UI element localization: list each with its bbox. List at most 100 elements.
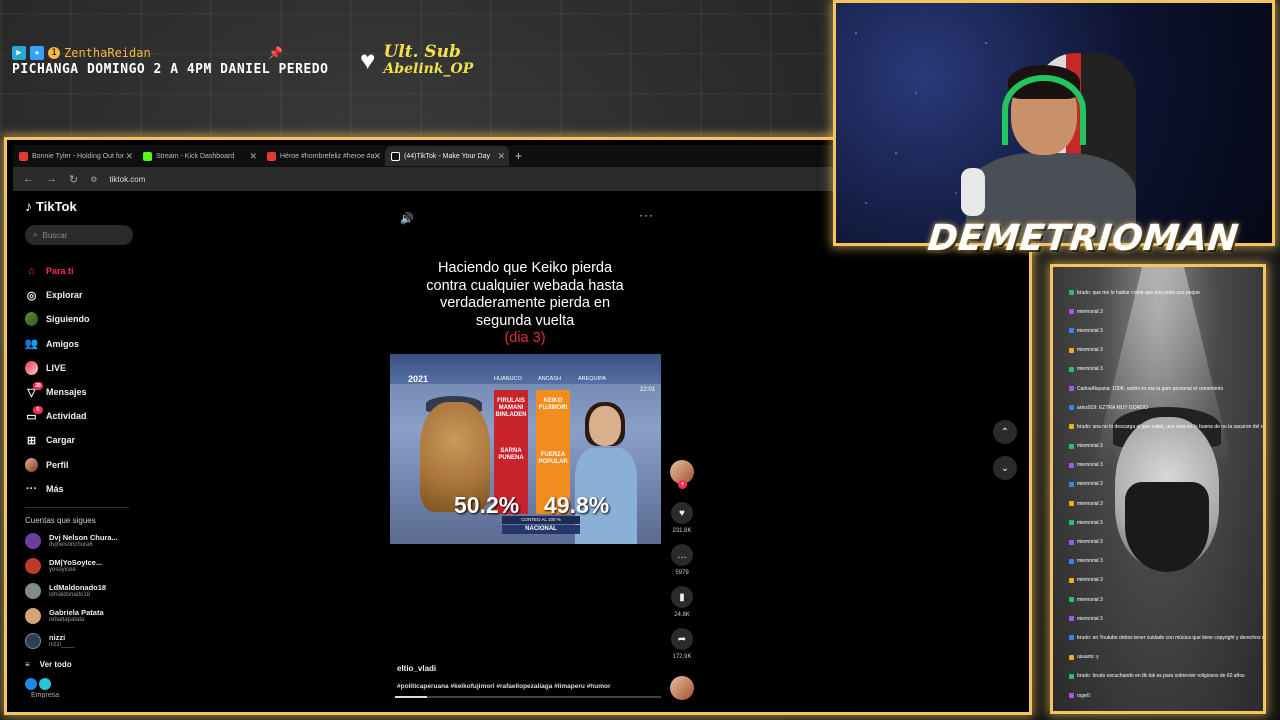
chat-badge-icon — [1069, 558, 1074, 564]
nav-mensajes[interactable]: ▽ 38 Mensajes — [25, 380, 155, 404]
tiktok-logo[interactable]: ♪ TikTok — [25, 198, 155, 214]
nav-actividad[interactable]: ▭ 6 Actividad — [25, 404, 155, 428]
chat-text: miemorial 3 — [1077, 347, 1103, 354]
like-action[interactable]: ♥ 231.8K — [669, 502, 695, 534]
site-info-icon[interactable]: ⚙ — [90, 175, 97, 184]
share-count: 172.9K — [672, 654, 692, 660]
following-item[interactable]: nizzi nizzi____ — [25, 629, 155, 654]
sound-avatar[interactable] — [670, 676, 694, 700]
activity-icon: ▭ 6 — [25, 405, 43, 423]
chat-message: miemorial 3 — [1069, 494, 1263, 513]
nav-para-ti[interactable]: ⌂ Para ti — [25, 259, 155, 283]
reload-icon[interactable]: ↻ — [69, 173, 78, 186]
friends-icon: 👥 — [24, 338, 39, 351]
chat-badge-icon — [1069, 616, 1074, 622]
tiktok-favicon — [391, 151, 400, 161]
tab-label: Stream - Kick Dashboard — [156, 152, 235, 160]
following-handle: dvjnelsonchura6 — [49, 542, 93, 549]
chat-panel: brudo: que me lo hablar coma que era vue… — [1050, 264, 1266, 714]
chat-badge-icon — [1069, 290, 1074, 296]
close-tab-icon[interactable]: ✕ — [497, 151, 505, 162]
chat-message: miemorial 3 — [1069, 456, 1263, 475]
search-input[interactable]: ⌕ Buscar — [25, 225, 133, 245]
hashtags[interactable]: #politicaperuana #keikofujimori #rafaell… — [397, 683, 611, 690]
chevron-down-icon[interactable]: ⌄ — [993, 456, 1017, 480]
following-name: Gabriela Patata — [49, 607, 104, 617]
following-item[interactable]: LdMaldonado18 ldmaldonado18 — [25, 579, 155, 604]
following-item[interactable]: Gabriela Patata rebattapatata — [25, 604, 155, 629]
nav-cargar[interactable]: ⊞ Cargar — [25, 428, 155, 452]
chat-badge-icon — [1069, 443, 1074, 449]
nav-label: LIVE — [46, 362, 67, 373]
business-link[interactable]: Empresa — [25, 677, 155, 699]
creator-avatar[interactable]: + — [670, 460, 694, 489]
back-icon[interactable]: ← — [23, 173, 34, 185]
tab-tiktok[interactable]: (44)TikTok - Make Your Day ✕ — [385, 146, 509, 166]
thumb-year: 2021 — [408, 374, 429, 384]
chat-text: miemorial 3 — [1077, 539, 1103, 546]
nav-live[interactable]: LIVE — [25, 356, 155, 380]
last-sub-overlay: ♥ Ult. Sub Abelink_OP — [360, 42, 473, 77]
following-icon — [25, 312, 38, 327]
pin-icon: 📌 — [268, 46, 283, 60]
chat-badge-icon — [1069, 539, 1074, 545]
comment-count: 5979 — [675, 570, 689, 576]
url-field[interactable]: tiktok.com — [109, 175, 145, 184]
last-sub-title: Ult. Sub — [383, 42, 461, 62]
webcam-frame — [833, 0, 1275, 246]
tiktok-sidebar: ♪ TikTok ⌕ Buscar ⌂ Para ti ◎ Explorar S… — [25, 198, 155, 699]
video-thumbnail[interactable]: 2021 HUANUCO ANCASH AREQUIPA 22:01 FIRUL… — [390, 354, 661, 544]
nav-siguiendo[interactable]: Siguiendo — [25, 307, 155, 331]
video-progress[interactable] — [395, 696, 661, 698]
tab-youtube-bonnie[interactable]: Bonnie Tyler - Holding Out for ✕ — [13, 146, 137, 166]
nav-amigos[interactable]: 👥 Amigos — [25, 332, 155, 356]
share-action[interactable]: ➦ 172.9K — [669, 628, 695, 660]
nav-label: Explorar — [46, 290, 83, 301]
close-tab-icon[interactable]: ✕ — [125, 151, 133, 162]
nav-explorar[interactable]: ◎ Explorar — [25, 283, 155, 307]
following-title: Cuentas que sigues — [25, 515, 96, 525]
chat-badge-icon — [1069, 635, 1074, 641]
chevron-up-icon[interactable]: ⌃ — [993, 420, 1017, 444]
thumb-region: ANCASH — [538, 376, 561, 382]
nav-perfil[interactable]: Perfil — [25, 453, 155, 477]
nav-mas[interactable]: ··· Más — [25, 477, 155, 501]
thumb-region: HUANUCO — [494, 376, 522, 382]
chat-message: rsge0: — [1069, 686, 1263, 705]
save-action[interactable]: ▮ 24.8K — [669, 586, 695, 618]
tab-kick-dashboard[interactable]: Stream - Kick Dashboard ✕ — [137, 146, 261, 166]
following-item[interactable]: Dvj Nelson Chura... dvjnelsonchura6 — [25, 529, 155, 554]
volume-icon[interactable]: 🔊 — [400, 212, 414, 225]
headset — [1002, 75, 1086, 145]
new-tab-button[interactable]: + — [515, 149, 522, 163]
chat-message: miemorial 3 — [1069, 532, 1263, 551]
main-nav: ⌂ Para ti ◎ Explorar Siguiendo 👥 Amigos — [25, 259, 155, 501]
youtube-icon — [267, 151, 276, 161]
chat-message: miemorial 3 — [1069, 341, 1263, 360]
nav-label: Mensajes — [46, 387, 87, 398]
comment-action[interactable]: … 5979 — [669, 544, 695, 576]
chat-badge-icon — [1069, 597, 1074, 603]
like-count: 231.8K — [672, 528, 692, 534]
bookmark-icon: ▮ — [671, 586, 693, 608]
see-all-label: Ver todo — [39, 660, 72, 670]
close-tab-icon[interactable]: ✕ — [373, 151, 381, 162]
tab-youtube-heroe[interactable]: Héroe #hombrefeliz #heroe #a ✕ — [261, 146, 385, 166]
more-options-icon[interactable]: ··· — [639, 208, 654, 222]
close-tab-icon[interactable]: ✕ — [249, 151, 257, 162]
kick-icon: ▶ — [12, 46, 26, 60]
see-all-button[interactable]: ≡ Ver todo — [25, 656, 155, 674]
follow-plus-icon[interactable]: + — [678, 480, 687, 489]
creator-name[interactable]: eltio_vladi — [397, 664, 436, 673]
caption-line: contra cualquier webada hasta — [426, 277, 624, 294]
chat-text: miemorial 3 — [1077, 577, 1103, 584]
more-icon: ··· — [26, 482, 37, 495]
streamer-name: DEMETRIOMAN — [925, 218, 1241, 259]
chat-badge-icon — [1069, 693, 1074, 699]
chat-message: brudo: en Youtube debes tener cuidado co… — [1069, 628, 1263, 647]
chat-message: miemorial 3 — [1069, 321, 1263, 340]
compass-icon: ◎ — [26, 289, 37, 302]
video-caption: Haciendo que Keiko pierda contra cualqui… — [390, 260, 660, 348]
forward-icon[interactable]: → — [46, 173, 57, 185]
following-item[interactable]: DM|YoSoyIce... yosoyicee — [25, 554, 155, 579]
